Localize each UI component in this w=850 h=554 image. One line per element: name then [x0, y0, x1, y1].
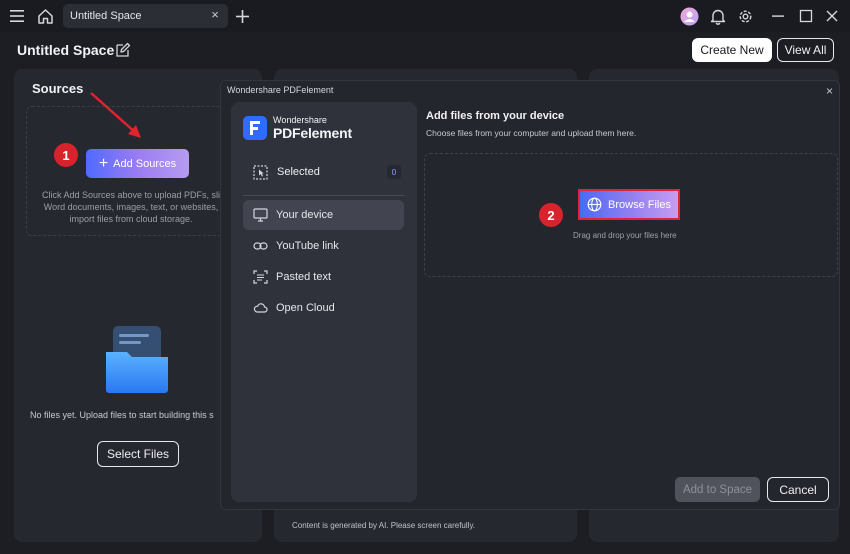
drag-drop-hint: Drag and drop your files here — [573, 231, 677, 240]
bell-icon[interactable] — [708, 6, 728, 26]
dialog-sidebar: Wondershare PDFelement Selected 0 Your d… — [231, 102, 417, 502]
globe-icon — [587, 197, 602, 212]
add-sources-label: Add Sources — [113, 157, 177, 170]
nav-open-cloud[interactable]: Open Cloud — [243, 293, 404, 323]
add-to-space-button[interactable]: Add to Space — [675, 477, 760, 502]
gear-icon[interactable] — [735, 6, 755, 26]
nav-label: Your device — [276, 209, 334, 221]
browse-files-button[interactable]: Browse Files — [578, 189, 680, 220]
brand-wondershare: Wondershare — [273, 115, 327, 125]
folder-icon — [103, 324, 171, 394]
add-files-title: Add files from your device — [426, 110, 565, 122]
minimize-icon[interactable] — [768, 6, 788, 26]
nav-label: Open Cloud — [276, 302, 335, 314]
selection-icon — [253, 164, 268, 180]
help-line-2: Word documents, images, text, or website… — [43, 202, 219, 212]
selected-count-badge: 0 — [387, 165, 401, 179]
add-sources-button[interactable]: + Add Sources — [86, 149, 189, 178]
tab-untitled-space[interactable]: Untitled Space × — [63, 4, 228, 28]
selected-label: Selected — [277, 166, 320, 178]
view-all-button[interactable]: View All — [777, 38, 834, 62]
select-files-button[interactable]: Select Files — [97, 441, 179, 467]
monitor-icon — [253, 208, 268, 222]
ai-disclaimer: Content is generated by AI. Please scree… — [292, 521, 476, 530]
dialog-title: Wondershare PDFelement — [227, 85, 334, 95]
cancel-button[interactable]: Cancel — [767, 477, 829, 502]
create-new-button[interactable]: Create New — [692, 38, 772, 62]
page-title: Untitled Space — [17, 42, 115, 58]
hamburger-icon[interactable] — [8, 7, 26, 25]
nav-pasted-text[interactable]: Pasted text — [243, 262, 404, 292]
selected-row[interactable]: Selected 0 — [243, 159, 404, 185]
step-badge-2: 2 — [539, 203, 563, 227]
help-line-3: import files from cloud storage. — [69, 214, 193, 224]
new-tab-icon[interactable] — [232, 6, 252, 26]
plus-icon: + — [98, 154, 109, 172]
cloud-icon — [253, 301, 268, 315]
link-icon — [253, 239, 268, 253]
pdfelement-logo-icon — [243, 116, 267, 140]
sources-title: Sources — [32, 81, 84, 96]
add-files-dialog: Wondershare PDFelement × Wondershare PDF… — [220, 80, 840, 510]
edit-icon[interactable] — [113, 40, 133, 60]
dialog-close-icon[interactable]: × — [826, 84, 833, 98]
title-bar: Untitled Space × — [0, 0, 850, 32]
help-line-1: Click Add Sources above to upload PDFs, … — [41, 190, 221, 200]
text-scan-icon — [253, 270, 268, 284]
maximize-icon[interactable] — [796, 6, 816, 26]
nav-label: YouTube link — [276, 240, 339, 252]
sidebar-divider — [243, 195, 404, 196]
brand-pdfelement: PDFelement — [273, 125, 352, 141]
no-files-text: No files yet. Upload files to start buil… — [30, 410, 214, 420]
nav-youtube-link[interactable]: YouTube link — [243, 231, 404, 261]
add-files-subtitle: Choose files from your computer and uplo… — [426, 128, 637, 138]
browse-files-label: Browse Files — [608, 198, 671, 211]
nav-label: Pasted text — [276, 271, 332, 283]
home-icon[interactable] — [35, 6, 55, 26]
nav-your-device[interactable]: Your device — [243, 200, 404, 230]
step-badge-1: 1 — [54, 143, 78, 167]
sources-help-text: Click Add Sources above to upload PDFs, … — [36, 189, 226, 225]
arrow-annotation-icon — [88, 90, 146, 142]
tab-label: Untitled Space — [70, 10, 142, 22]
tab-close-icon[interactable]: × — [208, 8, 222, 22]
close-window-icon[interactable] — [822, 6, 842, 26]
avatar[interactable] — [679, 6, 699, 26]
